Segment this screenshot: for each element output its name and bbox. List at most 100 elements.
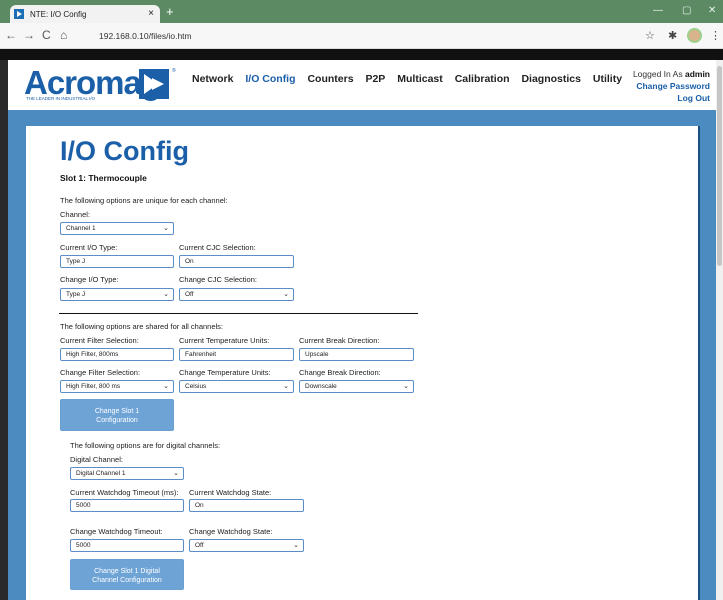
scrollbar-thumb[interactable] [717, 66, 722, 266]
change-slot-button-line1: Change Slot 1 [94, 408, 140, 415]
digital-channel-value: Digital Channel 1 [76, 470, 126, 477]
chevron-down-icon: ⌄ [403, 383, 409, 390]
logged-in-user: admin [684, 69, 710, 79]
change-watchdog-timeout-label: Change Watchdog Timeout: [70, 527, 163, 536]
browser-menu-icon[interactable]: ⋮ [710, 29, 721, 42]
current-watchdog-state-label: Current Watchdog State: [189, 488, 272, 497]
change-io-type-label: Change I/O Type: [60, 275, 119, 284]
change-password-link[interactable]: Change Password [633, 80, 710, 92]
change-filter-select[interactable]: High Filter, 800 ms ⌄ [60, 380, 174, 393]
change-watchdog-state-value: Off [195, 542, 204, 549]
login-info: Logged In As admin Change Password Log O… [633, 68, 710, 104]
current-break-field: Upscale [299, 348, 414, 361]
maximize-icon[interactable]: ▢ [682, 5, 691, 16]
site-header: Acromag ® THE LEADER IN INDUSTRIAL I/O N… [8, 60, 716, 110]
nav-io-config[interactable]: I/O Config [245, 73, 295, 85]
current-filter-label: Current Filter Selection: [60, 336, 139, 345]
back-icon[interactable]: ← [5, 28, 17, 42]
logo-arrow-icon [139, 69, 169, 99]
section-divider [59, 313, 418, 314]
change-cjc-label: Change CJC Selection: [179, 275, 257, 284]
browser-tab-bar: NTE: I/O Config × + — ▢ ✕ [0, 0, 723, 23]
chevron-down-icon: ⌄ [283, 291, 289, 298]
channel-select[interactable]: Channel 1 ⌄ [60, 222, 174, 235]
profile-avatar[interactable] [687, 28, 702, 43]
change-watchdog-state-label: Change Watchdog State: [189, 527, 273, 536]
change-digital-button-line1: Change Slot 1 Digital [94, 568, 160, 575]
current-io-type-field: Type J [60, 255, 174, 268]
change-slot-config-button[interactable]: Change Slot 1 Configuration [60, 399, 174, 431]
current-io-type-label: Current I/O Type: [60, 243, 118, 252]
nav-p2p[interactable]: P2P [365, 73, 385, 85]
digital-channel-select[interactable]: Digital Channel 1 ⌄ [70, 467, 184, 480]
extensions-puzzle-icon[interactable]: ✱ [668, 29, 677, 42]
slot-subtitle: Slot 1: Thermocouple [60, 173, 147, 183]
current-cjc-label: Current CJC Selection: [179, 243, 256, 252]
forward-icon[interactable]: → [23, 28, 35, 42]
chevron-down-icon: ⌄ [293, 542, 299, 549]
change-filter-value: High Filter, 800 ms [66, 383, 121, 390]
page-scrollbar[interactable] [716, 60, 723, 600]
chevron-down-icon: ⌄ [163, 383, 169, 390]
change-io-type-select[interactable]: Type J ⌄ [60, 288, 174, 301]
digital-options-intro: The following options are for digital ch… [70, 441, 221, 450]
nav-calibration[interactable]: Calibration [455, 73, 510, 85]
change-break-label: Change Break Direction: [299, 368, 381, 377]
change-cjc-select[interactable]: Off ⌄ [179, 288, 294, 301]
channel-label: Channel: [60, 210, 91, 219]
current-break-label: Current Break Direction: [299, 336, 380, 345]
main-nav: Network I/O Config Counters P2P Multicas… [192, 73, 631, 85]
change-digital-config-button[interactable]: Change Slot 1 Digital Channel Configurat… [70, 559, 184, 590]
minimize-icon[interactable]: — [653, 5, 663, 16]
close-tab-icon[interactable]: × [148, 8, 154, 19]
change-temp-units-select[interactable]: Celsius ⌄ [179, 380, 294, 393]
current-watchdog-state-field: On [189, 499, 304, 512]
home-icon[interactable]: ⌂ [60, 28, 67, 42]
change-digital-button-line2: Channel Configuration [92, 577, 162, 584]
logo-registered-mark: ® [172, 68, 176, 74]
chevron-down-icon: ⌄ [163, 291, 169, 298]
chevron-down-icon: ⌄ [283, 383, 289, 390]
bookmark-star-icon[interactable]: ☆ [645, 29, 655, 42]
change-temp-units-value: Celsius [185, 383, 207, 390]
current-watchdog-timeout-label: Current Watchdog Timeout (ms): [70, 488, 179, 497]
logo-tagline: THE LEADER IN INDUSTRIAL I/O [26, 96, 96, 101]
unique-options-intro: The following options are unique for eac… [60, 196, 228, 205]
header-strip [0, 49, 723, 60]
log-out-link[interactable]: Log Out [633, 92, 710, 104]
nav-network[interactable]: Network [192, 73, 233, 85]
browser-tab-title: NTE: I/O Config [30, 10, 87, 19]
shared-options-intro: The following options are shared for all… [60, 322, 224, 331]
digital-channel-label: Digital Channel: [70, 455, 123, 464]
nav-counters[interactable]: Counters [307, 73, 353, 85]
change-break-select[interactable]: Downscale ⌄ [299, 380, 414, 393]
current-watchdog-timeout-field: 5000 [70, 499, 184, 512]
change-break-value: Downscale [305, 383, 337, 390]
nav-diagnostics[interactable]: Diagnostics [521, 73, 581, 85]
change-slot-button-line2: Configuration [96, 417, 138, 424]
current-filter-field: High Filter, 800ms [60, 348, 174, 361]
logged-in-label: Logged In As [632, 69, 683, 79]
io-config-panel: I/O Config Slot 1: Thermocouple The foll… [26, 126, 700, 600]
change-cjc-value: Off [185, 291, 194, 298]
address-bar[interactable]: 192.168.0.10/files/io.htm [91, 28, 631, 45]
close-window-icon[interactable]: ✕ [708, 5, 716, 16]
browser-tab[interactable]: NTE: I/O Config × [10, 5, 160, 23]
current-cjc-field: On [179, 255, 294, 268]
left-edge [0, 60, 8, 600]
current-temp-units-field: Fahrenheit [179, 348, 294, 361]
current-temp-units-label: Current Temperature Units: [179, 336, 270, 345]
acromag-favicon-icon [14, 9, 24, 19]
change-temp-units-label: Change Temperature Units: [179, 368, 271, 377]
channel-select-value: Channel 1 [66, 225, 96, 232]
chevron-down-icon: ⌄ [163, 225, 169, 232]
chevron-down-icon: ⌄ [173, 470, 179, 477]
reload-icon[interactable]: C [42, 28, 51, 42]
nav-utility[interactable]: Utility [593, 73, 622, 85]
nav-multicast[interactable]: Multicast [397, 73, 443, 85]
change-watchdog-timeout-input[interactable]: 5000 [70, 539, 184, 552]
change-watchdog-state-select[interactable]: Off ⌄ [189, 539, 304, 552]
browser-toolbar: ← → C ⌂ 192.168.0.10/files/io.htm ☆ ✱ ⋮ [0, 23, 723, 49]
new-tab-icon[interactable]: + [166, 4, 174, 19]
acromag-logo[interactable]: Acromag ® THE LEADER IN INDUSTRIAL I/O [24, 66, 176, 104]
